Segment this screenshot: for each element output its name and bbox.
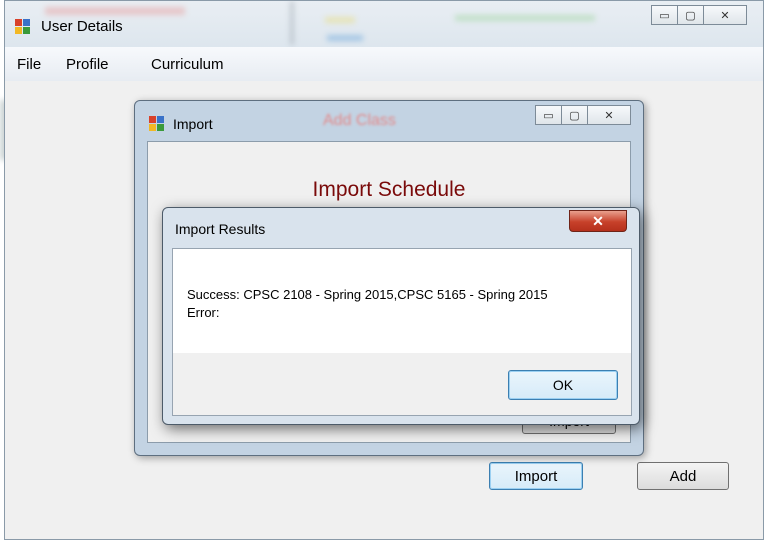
results-message-area: Success: CPSC 2108 - Spring 2015,CPSC 51… [173, 249, 631, 353]
title-blur-divider [290, 1, 294, 45]
import-results-dialog: Import Results ✕ Success: CPSC 2108 - Sp… [162, 207, 640, 425]
minimize-button[interactable]: ▭ [651, 5, 677, 25]
minimize-icon: ▭ [659, 9, 670, 22]
results-dialog-title: Import Results [175, 221, 266, 237]
maximize-button[interactable]: ▢ [677, 5, 703, 25]
menu-curriculum[interactable]: Curriculum [151, 56, 224, 73]
minimize-icon: ▭ [543, 109, 554, 122]
main-window-controls: ▭ ▢ ✕ [651, 5, 747, 25]
import-close-button[interactable]: ✕ [587, 105, 631, 125]
maximize-icon: ▢ [569, 109, 580, 122]
ok-button[interactable]: OK [508, 370, 618, 400]
title-blur-text-2 [455, 15, 595, 21]
menu-bar: File Profile Curriculum [5, 47, 763, 82]
title-blur-dot-1 [325, 17, 355, 23]
add-button[interactable]: Add [637, 462, 729, 490]
results-body: Success: CPSC 2108 - Spring 2015,CPSC 51… [172, 248, 632, 416]
success-message: Success: CPSC 2108 - Spring 2015,CPSC 51… [187, 287, 548, 302]
close-icon: ✕ [592, 212, 604, 229]
background-caption: Add Class [323, 112, 396, 129]
menu-file[interactable]: File [17, 56, 41, 73]
close-icon: ✕ [720, 9, 730, 22]
results-close-button[interactable]: ✕ [569, 210, 627, 232]
app-icon [15, 19, 31, 35]
title-blur-text [45, 7, 185, 15]
title-blur-dot-2 [327, 35, 363, 41]
menu-profile[interactable]: Profile [66, 56, 109, 73]
window-title: User Details [41, 18, 123, 35]
import-app-icon [149, 116, 165, 132]
import-minimize-button[interactable]: ▭ [535, 105, 561, 125]
close-icon: ✕ [604, 109, 614, 122]
close-button[interactable]: ✕ [703, 5, 747, 25]
import-schedule-heading: Import Schedule [312, 178, 466, 201]
import-window-title: Import [173, 116, 213, 132]
import-button[interactable]: Import [489, 462, 583, 490]
error-message: Error: [187, 305, 220, 320]
main-titlebar[interactable]: User Details ▭ ▢ ✕ [5, 1, 763, 47]
import-maximize-button[interactable]: ▢ [561, 105, 587, 125]
maximize-icon: ▢ [685, 9, 696, 22]
import-window-controls: ▭ ▢ ✕ [535, 105, 631, 125]
